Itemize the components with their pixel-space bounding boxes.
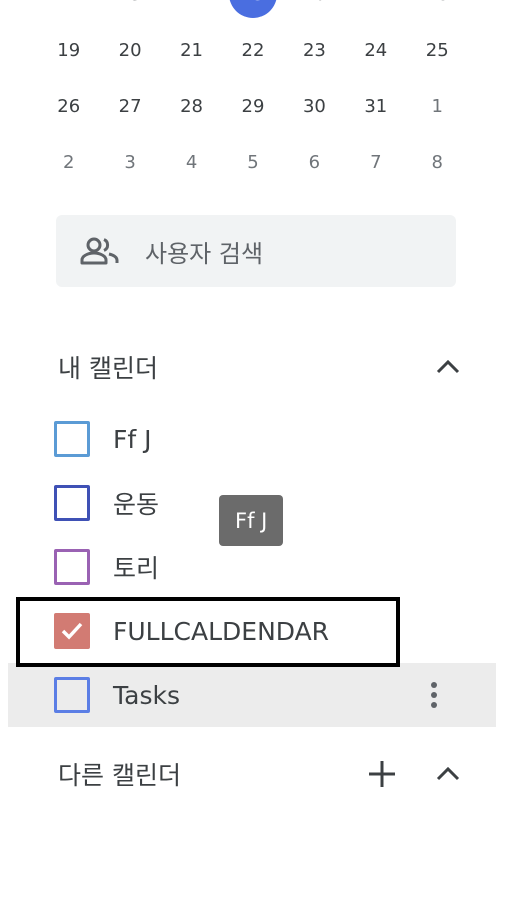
calendar-day[interactable]: 8 bbox=[407, 134, 468, 190]
calendar-day[interactable]: 18 bbox=[407, 0, 468, 22]
calendar-day-number: 4 bbox=[185, 151, 198, 173]
calendar-day[interactable]: 3 bbox=[99, 134, 160, 190]
calendar-week-row: 2 3 4 5 6 7 8 bbox=[38, 134, 468, 190]
calendar-item-tasks[interactable]: Tasks bbox=[8, 663, 496, 727]
calendar-day-today[interactable]: 15 bbox=[222, 0, 283, 22]
calendar-item-ffj[interactable]: Ff J bbox=[8, 407, 496, 471]
calendar-day-number: 23 bbox=[302, 39, 326, 61]
calendar-day[interactable]: 17 bbox=[345, 0, 406, 22]
calendar-day-number: 6 bbox=[308, 151, 321, 173]
calendar-day-number: 22 bbox=[241, 39, 265, 61]
my-calendars-header[interactable]: 내 캘린더 bbox=[58, 342, 468, 392]
calendar-day[interactable]: 4 bbox=[161, 134, 222, 190]
more-options-icon[interactable] bbox=[422, 675, 446, 715]
calendar-day[interactable]: 28 bbox=[161, 78, 222, 134]
other-calendars-title: 다른 캘린더 bbox=[58, 761, 181, 790]
calendar-day[interactable]: 16 bbox=[284, 0, 345, 22]
calendar-item-label: Ff J bbox=[113, 424, 152, 454]
calendar-item-fullcaldendar[interactable]: FULLCALDENDAR bbox=[8, 599, 496, 663]
calendar-day-number: 29 bbox=[241, 95, 265, 117]
calendar-day-number: 25 bbox=[425, 39, 449, 61]
calendar-day-number: 14 bbox=[180, 0, 203, 5]
calendar-day-number: 24 bbox=[364, 39, 388, 61]
calendar-day-number: 16 bbox=[303, 0, 326, 5]
calendar-day[interactable]: 22 bbox=[222, 22, 283, 78]
people-icon bbox=[80, 237, 119, 265]
calendar-checkbox[interactable] bbox=[54, 485, 90, 521]
calendar-day-number: 28 bbox=[180, 95, 203, 117]
calendar-item-label: Tasks bbox=[113, 680, 180, 710]
calendar-checkbox[interactable] bbox=[54, 421, 90, 457]
calendar-day[interactable]: 5 bbox=[222, 134, 283, 190]
calendar-day[interactable]: 25 bbox=[407, 22, 468, 78]
calendar-item-label: FULLCALDENDAR bbox=[113, 616, 330, 646]
calendar-day-number: 31 bbox=[364, 95, 388, 117]
calendar-day[interactable]: 20 bbox=[99, 22, 160, 78]
calendar-checkbox[interactable] bbox=[54, 549, 90, 585]
calendar-day[interactable]: 12 bbox=[38, 0, 99, 22]
calendar-day-number: 5 bbox=[247, 151, 259, 173]
calendar-day-number: 27 bbox=[118, 95, 142, 117]
calendar-day-number: 30 bbox=[302, 95, 326, 117]
calendar-day-number: 3 bbox=[124, 151, 136, 173]
check-icon bbox=[61, 622, 83, 640]
calendar-day[interactable]: 30 bbox=[284, 78, 345, 134]
calendar-day[interactable]: 29 bbox=[222, 78, 283, 134]
calendar-day-number: 7 bbox=[370, 151, 382, 173]
calendar-day-number: 19 bbox=[57, 39, 81, 61]
calendar-week-row: 26 27 28 29 30 31 1 bbox=[38, 78, 468, 134]
calendar-day-number: 17 bbox=[364, 0, 387, 5]
calendar-day-number: 18 bbox=[426, 0, 449, 5]
search-people-label: 사용자 검색 bbox=[145, 239, 264, 268]
calendar-day[interactable]: 19 bbox=[38, 22, 99, 78]
mini-calendar: 1213141516171819202122232425262728293031… bbox=[38, 0, 468, 190]
calendar-day[interactable]: 27 bbox=[99, 78, 160, 134]
calendar-tooltip: Ff J bbox=[219, 495, 284, 546]
plus-icon[interactable] bbox=[362, 754, 402, 794]
other-calendars-header[interactable]: 다른 캘린더 bbox=[58, 749, 468, 799]
calendar-day[interactable]: 14 bbox=[161, 0, 222, 22]
calendar-day-number: 2 bbox=[62, 151, 75, 173]
calendar-day-number: 15 bbox=[242, 0, 265, 5]
calendar-day[interactable]: 31 bbox=[345, 78, 406, 134]
calendar-day[interactable]: 23 bbox=[284, 22, 345, 78]
calendar-checkbox[interactable] bbox=[54, 677, 90, 713]
calendar-day[interactable]: 7 bbox=[345, 134, 406, 190]
calendar-day[interactable]: 1 bbox=[407, 78, 468, 134]
calendar-day-number: 8 bbox=[431, 151, 443, 173]
calendar-day[interactable]: 2 bbox=[38, 134, 99, 190]
calendar-sidebar: 1213141516171819202122232425262728293031… bbox=[0, 0, 516, 904]
calendar-day-number: 13 bbox=[119, 0, 142, 5]
chevron-up-icon[interactable] bbox=[428, 754, 468, 794]
calendar-day[interactable]: 21 bbox=[161, 22, 222, 78]
calendar-day[interactable]: 26 bbox=[38, 78, 99, 134]
calendar-item-label: 토리 bbox=[113, 554, 160, 583]
calendar-day[interactable]: 24 bbox=[345, 22, 406, 78]
calendar-day-number: 21 bbox=[180, 39, 203, 61]
calendar-day[interactable]: 13 bbox=[99, 0, 160, 22]
chevron-up-icon[interactable] bbox=[428, 347, 468, 387]
calendar-checkbox[interactable] bbox=[54, 613, 90, 649]
calendar-day-number: 26 bbox=[57, 95, 81, 117]
calendar-day-number: 1 bbox=[431, 95, 443, 117]
calendar-item-label: 운동 bbox=[113, 490, 160, 519]
my-calendars-title: 내 캘린더 bbox=[58, 354, 158, 383]
search-people-field[interactable]: 사용자 검색 bbox=[56, 215, 456, 287]
calendar-week-row: 19 20 21 22 23 24 25 bbox=[38, 22, 468, 78]
calendar-day-number: 20 bbox=[118, 39, 142, 61]
calendar-day-number: 12 bbox=[57, 0, 80, 5]
calendar-day[interactable]: 6 bbox=[284, 134, 345, 190]
calendar-week-row: 12 13 14 15 16 17 18 bbox=[38, 0, 468, 22]
